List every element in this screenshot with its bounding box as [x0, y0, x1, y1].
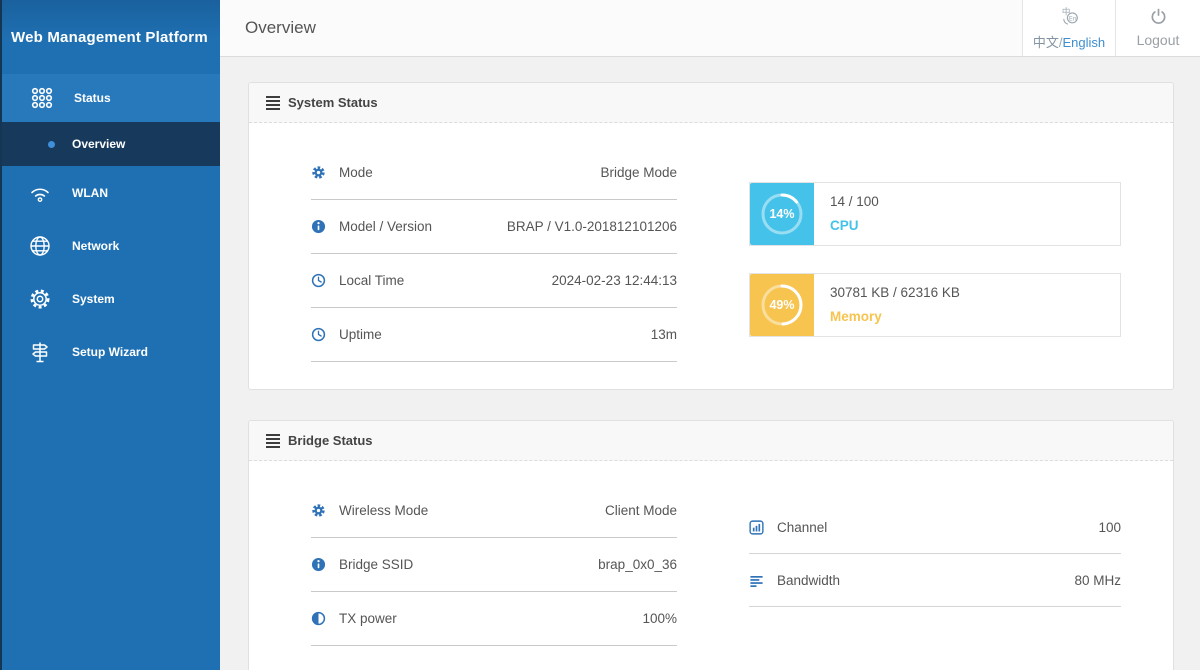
row-value: brap_0x0_36 [598, 557, 677, 572]
app-title-text: Web Management Platform [11, 29, 208, 46]
gauge-cards: 14% 14 / 100 CPU 49% 30781 KB / 62316 KB [749, 182, 1121, 337]
row-value: 13m [651, 327, 677, 342]
table-row: Bandwidth 80 MHz [749, 554, 1121, 607]
table-row: Model / Version BRAP / V1.0-201812101206 [311, 200, 677, 254]
app-title: Web Management Platform [0, 0, 220, 74]
row-value: Client Mode [605, 503, 677, 518]
row-label: Wireless Mode [339, 503, 428, 518]
table-row: Bridge SSID brap_0x0_36 [311, 538, 677, 592]
sidebar-item-label: Network [72, 239, 119, 253]
memory-gauge-ring: 49% [750, 274, 814, 336]
table-row: Local Time 2024-02-23 12:44:13 [311, 254, 677, 308]
logout-button[interactable]: Logout [1116, 0, 1200, 56]
memory-label: Memory [830, 309, 960, 324]
panel-title: Bridge Status [288, 433, 373, 448]
sidebar-item-label: WLAN [72, 186, 108, 200]
bridge-status-rows-right: Channel 100 Bandwidth 80 MHz [749, 501, 1121, 607]
table-row: Wireless Mode Client Mode [311, 484, 677, 538]
gear-icon [28, 287, 54, 311]
language-toggle-button[interactable]: 中 En 中文/English [1022, 0, 1116, 56]
gear-icon [311, 165, 327, 180]
memory-percent: 49% [750, 274, 814, 336]
active-dot-icon [48, 141, 55, 148]
svg-text:En: En [1068, 15, 1076, 22]
sidebar-item-label: Setup Wizard [72, 345, 148, 359]
panel-header: System Status [249, 83, 1173, 123]
row-label: Bandwidth [777, 573, 840, 588]
sidebar-item-setup-wizard[interactable]: Setup Wizard [0, 325, 220, 378]
cpu-gauge-card: 14% 14 / 100 CPU [749, 182, 1121, 246]
sidebar-item-system[interactable]: System [0, 272, 220, 325]
translate-icon: 中 En [1060, 6, 1079, 30]
system-status-panel: System Status Mode Bridge Mode [248, 82, 1174, 390]
list-icon [266, 95, 280, 111]
globe-icon [28, 234, 54, 258]
table-row: Mode Bridge Mode [311, 146, 677, 200]
signpost-icon [28, 340, 54, 364]
sidebar-item-label: Overview [72, 137, 125, 151]
wifi-icon [28, 181, 54, 205]
row-label: Local Time [339, 273, 404, 288]
logout-label: Logout [1137, 32, 1180, 48]
sidebar-item-wlan[interactable]: WLAN [0, 166, 220, 219]
topbar: Overview 中 En 中文/English Logout [220, 0, 1200, 57]
table-row: Channel 100 [749, 501, 1121, 554]
row-value: BRAP / V1.0-201812101206 [507, 219, 677, 234]
cpu-gauge-ring: 14% [750, 183, 814, 245]
list-icon [266, 433, 280, 449]
sidebar: Web Management Platform Status Overview … [0, 0, 220, 670]
panel-title: System Status [288, 95, 378, 110]
clock-icon [311, 327, 327, 342]
memory-detail: 30781 KB / 62316 KB [830, 285, 960, 300]
bridge-status-panel: Bridge Status Wireless Mode Client Mode [248, 420, 1174, 670]
panel-header: Bridge Status [249, 421, 1173, 461]
clock-icon [311, 273, 327, 288]
table-row: TX power 100% [311, 592, 677, 646]
power-icon [1150, 8, 1167, 30]
cpu-detail: 14 / 100 [830, 194, 879, 209]
row-label: Bridge SSID [339, 557, 413, 572]
row-value: 100% [642, 611, 677, 626]
page-title: Overview [245, 18, 316, 38]
info-icon [311, 219, 327, 234]
sidebar-item-label: Status [74, 91, 111, 105]
grid-icon [30, 86, 56, 110]
row-value: 80 MHz [1074, 573, 1121, 588]
row-label: TX power [339, 611, 397, 626]
info-icon [311, 557, 327, 572]
memory-gauge-card: 49% 30781 KB / 62316 KB Memory [749, 273, 1121, 337]
bars-icon [749, 573, 765, 588]
contrast-icon [311, 611, 327, 626]
sidebar-item-label: System [72, 292, 115, 306]
row-label: Channel [777, 520, 827, 535]
row-label: Mode [339, 165, 373, 180]
sidebar-item-overview[interactable]: Overview [0, 122, 220, 166]
system-status-rows: Mode Bridge Mode Model / Version BRAP / … [311, 146, 677, 362]
sidebar-item-status[interactable]: Status [0, 74, 220, 122]
row-label: Uptime [339, 327, 382, 342]
language-toggle-label: 中文/English [1033, 32, 1105, 51]
bridge-status-rows-left: Wireless Mode Client Mode Bridge SSID br… [311, 484, 677, 646]
main-content: System Status Mode Bridge Mode [220, 57, 1200, 670]
sidebar-item-network[interactable]: Network [0, 219, 220, 272]
row-value: 2024-02-23 12:44:13 [552, 273, 677, 288]
row-label: Model / Version [339, 219, 432, 234]
row-value: 100 [1098, 520, 1121, 535]
gear-icon [311, 503, 327, 518]
cpu-label: CPU [830, 218, 879, 233]
cpu-percent: 14% [750, 183, 814, 245]
chart-icon [749, 520, 765, 535]
table-row: Uptime 13m [311, 308, 677, 362]
row-value: Bridge Mode [600, 165, 677, 180]
